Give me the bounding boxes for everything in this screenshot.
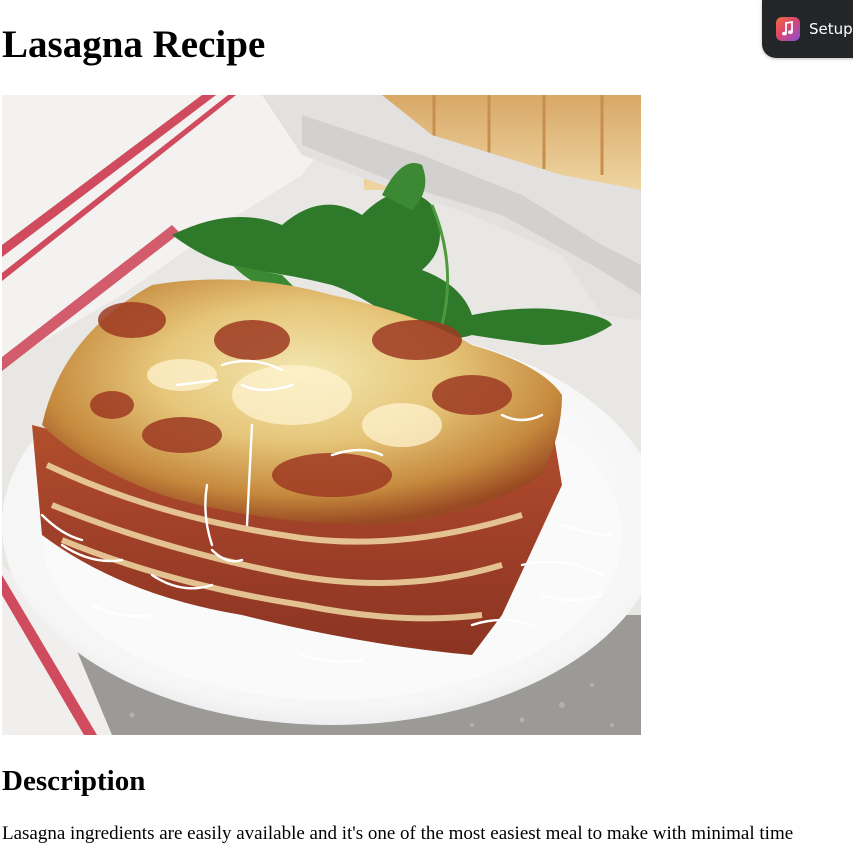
music-note-icon	[776, 17, 800, 41]
lasagna-photo-illustration	[2, 95, 641, 735]
setup-button[interactable]: Setup	[762, 0, 853, 58]
lasagna-photo	[2, 95, 641, 735]
setup-label: Setup	[809, 20, 853, 38]
description-heading: Description	[2, 765, 146, 797]
description-text: Lasagna ingredients are easily available…	[2, 823, 794, 843]
page-title: Lasagna Recipe	[2, 23, 266, 66]
